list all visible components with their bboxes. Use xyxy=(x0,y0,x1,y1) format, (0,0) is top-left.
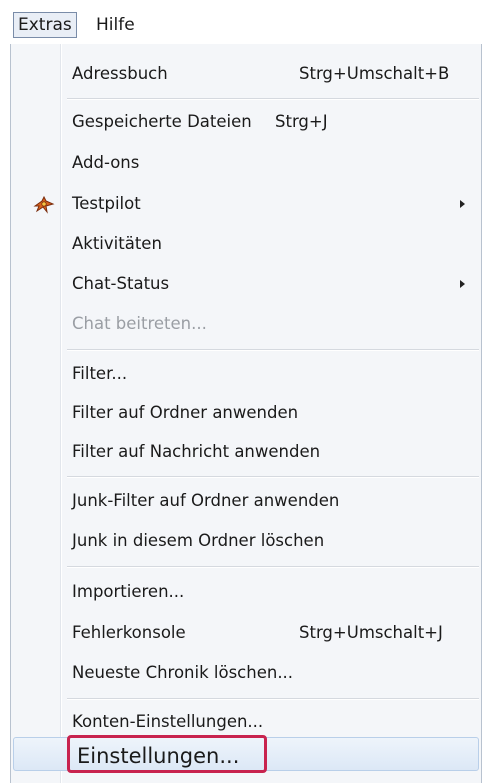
menu-item-gespeicherte-dateien[interactable]: Gespeicherte Dateien Strg+J xyxy=(11,106,481,138)
menu-item-konten-einstellungen[interactable]: Konten-Einstellungen... xyxy=(11,706,481,738)
menu-separator xyxy=(67,476,479,478)
menu-item-chat-status[interactable]: Chat-Status xyxy=(11,268,481,300)
menu-item-label: Chat-Status xyxy=(72,274,170,293)
menu-item-label: Fehlerkonsole xyxy=(72,623,186,642)
submenu-arrow-icon xyxy=(460,200,465,208)
menu-item-fehlerkonsole[interactable]: Fehlerkonsole Strg+Umschalt+J xyxy=(11,617,481,649)
menu-item-aktivitaeten[interactable]: Aktivitäten xyxy=(11,228,481,260)
menu-item-einstellungen[interactable]: Einstellungen... xyxy=(11,735,481,773)
menu-extras[interactable]: Extras xyxy=(13,12,77,38)
menu-item-junk-filter-auf-ordner[interactable]: Junk-Filter auf Ordner anwenden xyxy=(11,485,481,517)
menu-item-label: Junk-Filter auf Ordner anwenden xyxy=(72,491,340,510)
menu-item-importieren[interactable]: Importieren... xyxy=(11,576,481,608)
menu-item-shortcut: Strg+J xyxy=(275,112,328,131)
menu-item-label: Testpilot xyxy=(72,194,141,213)
menu-separator xyxy=(67,566,479,568)
menu-item-label: Einstellungen... xyxy=(77,744,240,768)
menu-item-shortcut: Strg+Umschalt+B xyxy=(299,64,450,83)
testpilot-icon xyxy=(33,195,55,215)
menu-separator xyxy=(67,349,479,351)
menu-separator xyxy=(67,698,479,700)
menu-separator xyxy=(67,98,479,100)
menu-item-label: Aktivitäten xyxy=(72,234,162,253)
menu-item-label: Adressbuch xyxy=(72,64,168,83)
menu-item-label: Junk in diesem Ordner löschen xyxy=(72,531,325,550)
menu-item-label: Gespeicherte Dateien xyxy=(72,112,252,131)
menu-item-label: Neueste Chronik löschen... xyxy=(72,663,294,682)
menu-item-neueste-chronik[interactable]: Neueste Chronik löschen... xyxy=(11,657,481,689)
menu-item-chat-beitreten: Chat beitreten... xyxy=(11,308,481,340)
menu-item-add-ons[interactable]: Add-ons xyxy=(11,147,481,179)
menu-item-adressbuch[interactable]: Adressbuch Strg+Umschalt+B xyxy=(11,58,481,90)
menu-item-filter-auf-ordner[interactable]: Filter auf Ordner anwenden xyxy=(11,397,481,429)
menu-item-label: Filter auf Nachricht anwenden xyxy=(72,442,321,461)
menu-item-label: Filter auf Ordner anwenden xyxy=(72,403,299,422)
menu-item-label: Importieren... xyxy=(72,582,185,601)
menu-item-filter[interactable]: Filter... xyxy=(11,358,481,390)
menu-bar: Extras Hilfe xyxy=(0,0,487,44)
extras-dropdown-menu: Adressbuch Strg+Umschalt+B Gespeicherte … xyxy=(10,44,482,783)
menu-item-testpilot[interactable]: Testpilot xyxy=(11,188,481,220)
menu-hilfe-label: Hilfe xyxy=(96,15,135,35)
menu-extras-label: Extras xyxy=(18,15,72,35)
menu-item-label: Filter... xyxy=(72,364,128,383)
menu-item-label: Konten-Einstellungen... xyxy=(72,712,264,731)
menu-item-junk-loeschen[interactable]: Junk in diesem Ordner löschen xyxy=(11,525,481,557)
menu-item-filter-auf-nachricht[interactable]: Filter auf Nachricht anwenden xyxy=(11,436,481,468)
menu-item-label: Add-ons xyxy=(72,153,140,172)
menu-item-label: Chat beitreten... xyxy=(72,314,207,333)
submenu-arrow-icon xyxy=(460,280,465,288)
menu-hilfe[interactable]: Hilfe xyxy=(92,12,139,38)
menu-item-shortcut: Strg+Umschalt+J xyxy=(299,623,443,642)
